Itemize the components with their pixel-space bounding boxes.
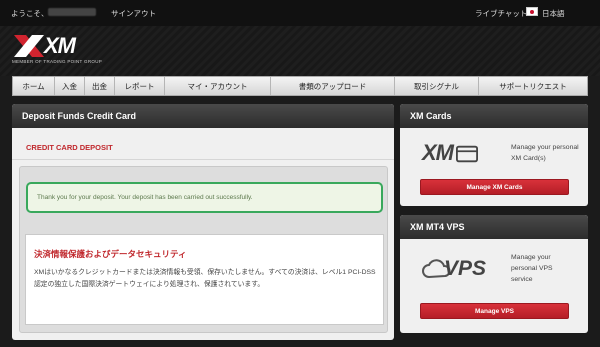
nav-item-trading-signals[interactable]: 取引シグナル [395, 77, 479, 95]
vps-logo: VPS [422, 255, 492, 285]
xm-card-icon [456, 145, 478, 163]
top-bar: ようこそ、 サインアウト ライブチャット 日本語 [0, 0, 600, 26]
security-info-text: XMはいかなるクレジットカードまたは決済情報も受領、保存いたしません。すべての決… [34, 269, 376, 288]
nav-item-support-request[interactable]: サポートリクエスト [479, 77, 587, 95]
nav-item-my-account[interactable]: マイ・アカウント [165, 77, 271, 95]
panel-title: Deposit Funds Credit Card [12, 104, 394, 128]
xm-card-logo: XM [422, 140, 478, 166]
manage-vps-button[interactable]: Manage VPS [420, 303, 569, 319]
live-chat-link[interactable]: ライブチャット [475, 8, 527, 19]
nav-item-document-upload[interactable]: 書類のアップロード [271, 77, 395, 95]
vps-description: Manage your personal VPS service [511, 254, 553, 283]
vps-logo-text: VPS [444, 257, 487, 280]
japan-flag-icon[interactable] [526, 7, 538, 16]
security-info-box: 決済情報保護およびデータセキュリティ XMはいかなるクレジットカードまたは決済情… [25, 234, 384, 325]
signout-link[interactable]: サインアウト [111, 8, 156, 19]
manage-xm-cards-button[interactable]: Manage XM Cards [420, 179, 569, 195]
deposit-panel: Deposit Funds Credit Card CREDIT CARD DE… [12, 104, 394, 340]
xm-cards-title: XM Cards [400, 104, 588, 128]
xm-logo[interactable]: XM MEMBER OF TRADING POINT GROUP [12, 33, 104, 67]
xm-cards-description: Manage your personal XM Card(s) [511, 144, 579, 162]
success-message: Thank you for your deposit. Your deposit… [26, 182, 383, 213]
vps-widget: XM MT4 VPS VPS Manage your personal VPS … [400, 215, 588, 333]
site-header: XM MEMBER OF TRADING POINT GROUP [0, 26, 600, 76]
divider [12, 159, 394, 160]
deposit-content-box: Thank you for your deposit. Your deposit… [19, 166, 388, 333]
section-title: CREDIT CARD DEPOSIT [26, 143, 113, 152]
nav-item-home[interactable]: ホーム [13, 77, 55, 95]
main-nav: ホーム 入金 出金 レポート マイ・アカウント 書類のアップロード 取引シグナル… [12, 76, 588, 96]
nav-item-withdrawal[interactable]: 出金 [85, 77, 115, 95]
welcome-text: ようこそ、 [11, 9, 49, 18]
logo-tagline: MEMBER OF TRADING POINT GROUP [12, 59, 103, 64]
vps-title: XM MT4 VPS [400, 215, 588, 239]
nav-item-reports[interactable]: レポート [115, 77, 165, 95]
xm-card-logo-text: XM [422, 140, 454, 165]
security-info-title: 決済情報保護およびデータセキュリティ [34, 249, 187, 259]
logo-wordmark: XM [44, 33, 76, 58]
blurred-username [48, 8, 96, 16]
page-bottom [0, 340, 600, 347]
language-selector[interactable]: 日本語 [542, 8, 565, 19]
xm-logo-mark-icon [14, 35, 44, 57]
xm-cards-widget: XM Cards XM Manage your personal XM Card… [400, 104, 588, 206]
nav-item-deposit[interactable]: 入金 [55, 77, 85, 95]
